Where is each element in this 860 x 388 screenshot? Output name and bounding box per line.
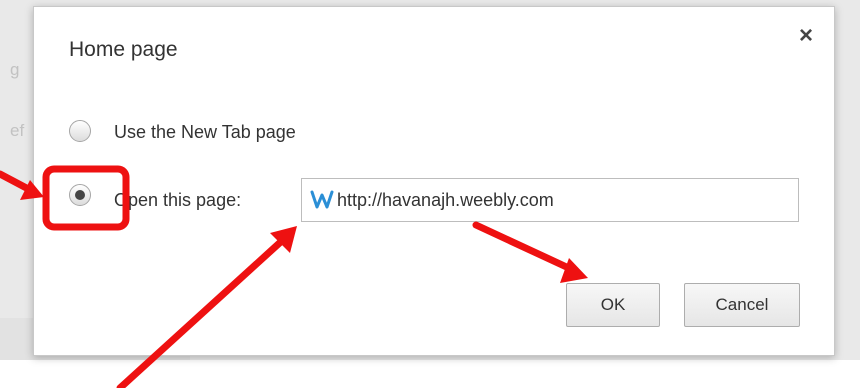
radio-new-tab-page[interactable] <box>69 120 91 142</box>
home-page-dialog: Home page × Use the New Tab page Open th… <box>33 6 835 356</box>
radio-open-this-page[interactable] <box>69 184 91 206</box>
home-page-url-input[interactable]: http://havanajh.weebly.com <box>301 178 799 222</box>
weebly-w-icon <box>310 190 334 209</box>
background-text-fragment: ef <box>10 121 25 140</box>
radio-new-tab-label: Use the New Tab page <box>114 122 296 142</box>
cancel-button[interactable]: Cancel <box>684 283 800 327</box>
radio-open-page-label: Open this page: <box>114 190 242 210</box>
ok-button[interactable]: OK <box>566 283 660 327</box>
background-text-fragment: g <box>10 60 20 79</box>
background-strip <box>0 360 860 388</box>
radio-selected-dot <box>75 190 85 200</box>
dialog-title: Home page <box>69 38 178 61</box>
close-button[interactable]: × <box>791 21 821 51</box>
url-value: http://havanajh.weebly.com <box>337 190 554 210</box>
